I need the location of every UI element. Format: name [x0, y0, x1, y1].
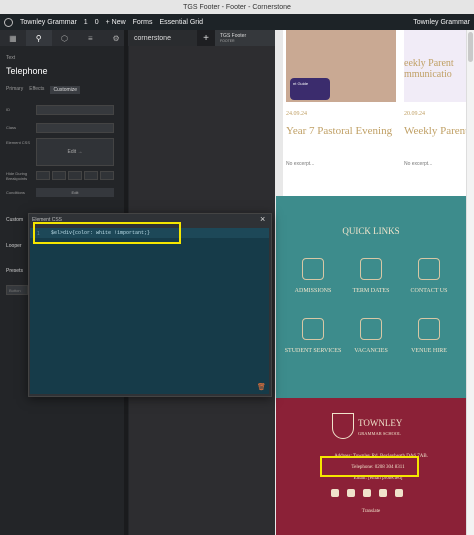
breakpoint-xs[interactable] — [100, 171, 114, 180]
site-link[interactable]: Townley Grammar — [20, 19, 77, 26]
wordpress-icon[interactable] — [4, 17, 13, 27]
search-icon[interactable]: ⚲ — [25, 30, 52, 46]
post-title[interactable]: Weekly Parent — [404, 125, 474, 137]
layers-icon[interactable]: ≡ — [77, 30, 103, 46]
post-excerpt: No excerpt... — [286, 161, 315, 167]
linkedin-icon[interactable] — [347, 489, 355, 497]
cube-icon[interactable]: ⬡ — [52, 30, 78, 46]
quick-link-label: TERM DATES — [352, 288, 390, 294]
looper-label: Looper — [6, 243, 22, 249]
hide-label: Hide During Breakpoints — [6, 171, 28, 181]
inspector-tabs: ▦ ⚲ ⬡ ≡ ⚙ — [0, 30, 129, 46]
code-highlight — [33, 222, 181, 244]
breakpoint-xl[interactable] — [36, 171, 50, 180]
inspector-subtabs: Primary Effects Customize — [6, 86, 81, 94]
venue-hire-icon — [418, 318, 440, 340]
quick-link-label: STUDENT SERVICES — [284, 348, 342, 354]
quick-links-title: QUICK LINKS — [342, 226, 400, 236]
social-links — [331, 489, 403, 497]
thumb-caption: nt Guide — [290, 78, 330, 100]
school-crest-logo — [332, 413, 354, 439]
preset-input[interactable]: Button — [6, 285, 28, 295]
forms-link[interactable]: Forms — [133, 19, 153, 26]
school-subname: GRAMMAR SCHOOL — [358, 431, 401, 436]
updates-count[interactable]: 1 — [84, 19, 88, 26]
quick-link-label: ADMISSIONS — [294, 288, 332, 294]
document-tabbar: cornerstone + TGS Footer FOOTER — [129, 30, 275, 46]
new-button[interactable]: + New — [106, 19, 126, 26]
window-title: TGS Footer - Footer - Cornerstone — [183, 3, 291, 11]
id-label: ID — [6, 107, 10, 112]
code-editor[interactable] — [30, 228, 269, 394]
quick-link-label: VENUE HIRE — [411, 348, 447, 354]
window-titlebar: TGS Footer - Footer - Cornerstone — [0, 0, 474, 14]
quick-link-admissions[interactable]: ADMISSIONS — [282, 258, 344, 294]
cornerstone-tab[interactable]: cornerstone — [129, 30, 197, 46]
preview-scrollbar[interactable] — [466, 30, 474, 535]
account-link[interactable]: Townley Grammar — [413, 19, 474, 26]
edit-css-button[interactable]: Edit → — [36, 138, 114, 166]
element-title: Telephone — [6, 66, 48, 76]
translate-label[interactable]: Translate — [276, 509, 466, 514]
quick-link-student-services[interactable]: STUDENT SERVICES — [282, 318, 344, 354]
post-excerpt: No excerpt... — [404, 161, 433, 167]
quick-link-term-dates[interactable]: TERM DATES — [340, 258, 402, 294]
breakpoint-lg[interactable] — [52, 171, 66, 180]
post-title[interactable]: Year 7 Pastoral Evening — [286, 125, 398, 137]
wp-admin-bar: Townley Grammar 1 0 + New Forms Essentia… — [0, 14, 474, 30]
calendar-icon — [360, 258, 382, 280]
tab-customize[interactable]: Customize — [50, 86, 81, 94]
contact-icon — [418, 258, 440, 280]
document-tab[interactable]: TGS Footer FOOTER — [215, 30, 275, 46]
scrollbar-thumb[interactable] — [468, 32, 473, 62]
comments-count[interactable]: 0 — [95, 19, 99, 26]
id-input[interactable] — [36, 105, 114, 115]
quick-link-venue-hire[interactable]: VENUE HIRE — [398, 318, 460, 354]
book-icon[interactable] — [395, 489, 403, 497]
breakpoint-md[interactable] — [68, 171, 82, 180]
tab-effects[interactable]: Effects — [29, 86, 44, 94]
element-type: Text — [6, 55, 16, 61]
trash-icon[interactable]: 🗑 — [257, 383, 266, 391]
student-services-icon — [302, 318, 324, 340]
presets-label: Presets — [6, 268, 23, 274]
essential-grid-link[interactable]: Essential Grid — [160, 19, 204, 26]
post-date: 20.09.24 — [404, 111, 425, 117]
vacancies-icon — [360, 318, 382, 340]
cornerstone-label: cornerstone — [134, 34, 171, 42]
breakpoint-sm[interactable] — [84, 171, 98, 180]
school-name: TOWNLEY — [358, 418, 403, 428]
instagram-icon[interactable] — [363, 489, 371, 497]
document-subtitle: FOOTER — [220, 39, 235, 43]
class-input[interactable] — [36, 123, 114, 133]
conditions-button[interactable]: Edit — [36, 188, 114, 197]
quick-link-label: CONTACT US — [410, 288, 448, 294]
quick-link-label: VACANCIES — [354, 348, 388, 354]
add-tab-button[interactable]: + — [197, 30, 215, 46]
quick-link-vacancies[interactable]: VACANCIES — [340, 318, 402, 354]
tab-primary[interactable]: Primary — [6, 86, 23, 94]
close-icon[interactable]: × — [260, 214, 265, 224]
custom-label: Custom — [6, 217, 24, 223]
post-thumbnail[interactable]: nt Guide — [286, 30, 396, 102]
css-label: Element CSS — [6, 140, 31, 145]
admissions-icon — [302, 258, 324, 280]
facebook-icon[interactable] — [331, 489, 339, 497]
youtube-icon[interactable] — [379, 489, 387, 497]
post-date: 24.09.24 — [286, 111, 307, 117]
class-label: Class — [6, 125, 17, 130]
post-thumbnail[interactable]: eekly Parent mmunicatio — [404, 30, 466, 102]
layout-icon[interactable]: ▦ — [0, 30, 26, 46]
conditions-label: Conditions — [6, 190, 25, 195]
breakpoint-toggles — [36, 171, 114, 180]
quick-link-contact-us[interactable]: CONTACT US — [398, 258, 460, 294]
telephone-highlight — [320, 456, 419, 477]
